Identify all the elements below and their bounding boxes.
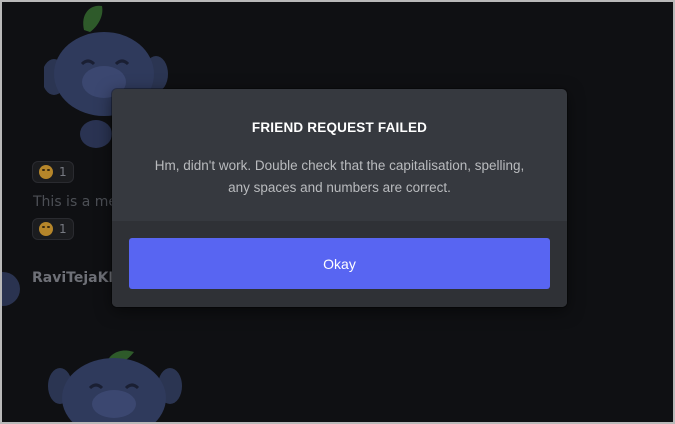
reaction-chip[interactable]: 1 xyxy=(32,161,74,183)
friend-request-failed-dialog: FRIEND REQUEST FAILED Hm, didn't work. D… xyxy=(112,89,567,307)
grinning-face-icon xyxy=(39,165,53,179)
message-text: This is a me xyxy=(33,194,117,210)
grinning-face-icon xyxy=(39,222,53,236)
dialog-body: FRIEND REQUEST FAILED Hm, didn't work. D… xyxy=(112,89,567,221)
avatar[interactable] xyxy=(2,272,20,306)
dialog-title: FRIEND REQUEST FAILED xyxy=(251,120,428,135)
wumpus-sticker xyxy=(48,350,182,422)
reaction-chip[interactable]: 1 xyxy=(32,218,74,240)
dialog-footer: Okay xyxy=(112,221,567,307)
app-window: 1 This is a me 1 RaviTejaKN FRIEND REQUE… xyxy=(2,2,673,422)
dialog-message: Hm, didn't work. Double check that the c… xyxy=(154,158,525,195)
username[interactable]: RaviTejaKN xyxy=(32,270,120,286)
okay-button[interactable]: Okay xyxy=(129,238,550,289)
